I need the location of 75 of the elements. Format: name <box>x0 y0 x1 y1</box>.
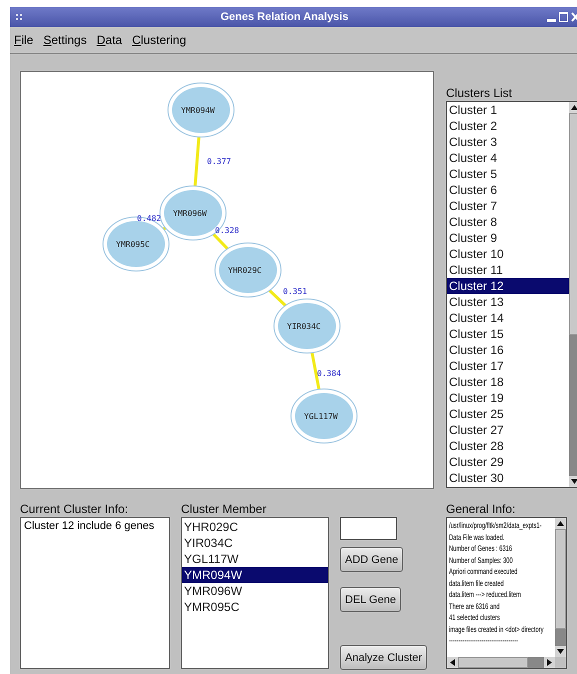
cluster-item[interactable]: Cluster 1 <box>447 102 569 118</box>
cluster-item[interactable]: Cluster 2 <box>447 118 569 134</box>
edge-weight: 0.351 <box>283 287 308 296</box>
edge-weight: 0.482 <box>137 214 162 223</box>
window-title: Genes Relation Analysis <box>220 11 350 23</box>
cluster-item[interactable]: Cluster 13 <box>447 294 569 310</box>
cluster-item[interactable]: Cluster 7 <box>447 198 569 214</box>
cluster-item[interactable]: Cluster 9 <box>447 230 569 246</box>
scrollbar-corner <box>555 657 566 668</box>
cluster-member-label: Cluster Member <box>181 501 268 517</box>
maximize-icon[interactable] <box>559 12 568 22</box>
scrollbar[interactable] <box>569 102 577 487</box>
scroll-down-icon[interactable] <box>555 646 566 657</box>
member-item[interactable]: YMR094W <box>182 567 328 583</box>
current-cluster-info-label: Current Cluster Info: <box>20 501 130 517</box>
log-line: ------------------------------------ <box>449 635 518 646</box>
log-line: Number of Genes : 6316 <box>449 543 512 554</box>
scrollbar[interactable] <box>447 657 555 668</box>
cluster-item[interactable]: Cluster 30 <box>447 470 569 486</box>
cluster-item[interactable]: Cluster 11 <box>447 262 569 278</box>
cluster-item[interactable]: Cluster 19 <box>447 390 569 406</box>
menu-item[interactable]: Settings <box>43 33 87 47</box>
action-button[interactable]: Analyze Cluster <box>340 645 428 670</box>
log-line: There are 6316 and <box>449 600 500 612</box>
cluster-item[interactable]: Cluster 29 <box>447 454 569 470</box>
gene-node[interactable]: YGL117W <box>290 388 358 444</box>
cluster-item[interactable]: Cluster 8 <box>447 214 569 230</box>
log-line: Data File was loaded. <box>449 532 504 543</box>
info-text: Cluster 12 include 6 genes <box>23 519 156 534</box>
cluster-item[interactable]: Cluster 5 <box>447 166 569 182</box>
member-item[interactable]: YGL117W <box>182 551 328 567</box>
log-line: /usr/linux/prog/fltk/sm2/data_expts1- <box>449 520 542 532</box>
grip-icon <box>16 14 22 20</box>
general-info-label: General Info: <box>446 501 516 517</box>
member-item[interactable]: YHR029C <box>182 519 328 535</box>
cluster-item[interactable]: Cluster 28 <box>447 438 569 454</box>
cluster-item[interactable]: Cluster 17 <box>447 358 569 374</box>
cluster-item[interactable]: Cluster 25 <box>447 406 569 422</box>
action-button[interactable]: DEL Gene <box>340 587 401 612</box>
cluster-item[interactable]: Cluster 6 <box>447 182 569 198</box>
menu-item[interactable]: Data <box>96 33 122 47</box>
clusters-list-label: Clusters List <box>446 85 514 101</box>
log-line: data.litem ---> reduced.litem <box>449 589 521 600</box>
cluster-item[interactable]: Cluster 12 <box>447 278 569 294</box>
cluster-item[interactable]: Cluster 16 <box>447 342 569 358</box>
scroll-up-icon[interactable] <box>569 102 577 113</box>
cluster-item[interactable]: Cluster 27 <box>447 422 569 438</box>
log-line: Number of Samples: 300 <box>449 554 513 566</box>
scroll-right-icon[interactable] <box>544 657 555 668</box>
cluster-item[interactable]: Cluster 18 <box>447 374 569 390</box>
gene-node[interactable]: YHR029C <box>214 242 282 298</box>
cluster-item[interactable]: Cluster 4 <box>447 150 569 166</box>
cluster-item[interactable]: Cluster 14 <box>447 310 569 326</box>
gene-input-field[interactable] <box>340 517 397 540</box>
edge-weight: 0.384 <box>317 369 342 378</box>
scroll-up-icon[interactable] <box>555 518 566 529</box>
gene-node[interactable]: YMR094W <box>168 82 234 138</box>
menu-item[interactable]: Clustering <box>132 33 186 47</box>
log-line: data.litem file created <box>449 578 504 589</box>
scroll-down-icon[interactable] <box>569 476 577 487</box>
action-button[interactable]: ADD Gene <box>340 547 404 572</box>
member-item[interactable]: YMR096W <box>182 583 328 599</box>
log-line: image files created in <dot> directory <box>449 624 544 635</box>
cluster-item[interactable]: Cluster 10 <box>447 246 569 262</box>
log-line: 41 selected clusters <box>449 612 500 624</box>
menu-item[interactable]: File <box>14 33 34 47</box>
gene-node[interactable]: YIR034C <box>274 298 340 354</box>
member-item[interactable]: YIR034C <box>182 535 328 551</box>
cluster-item[interactable]: Cluster 15 <box>447 326 569 342</box>
log-line: Apriori command executed <box>449 566 518 578</box>
edge-weight: 0.377 <box>207 157 232 166</box>
scrollbar[interactable] <box>555 518 566 657</box>
scroll-left-icon[interactable] <box>447 657 458 668</box>
member-item[interactable]: YMR095C <box>182 599 328 615</box>
cluster-item[interactable]: Cluster 3 <box>447 134 569 150</box>
